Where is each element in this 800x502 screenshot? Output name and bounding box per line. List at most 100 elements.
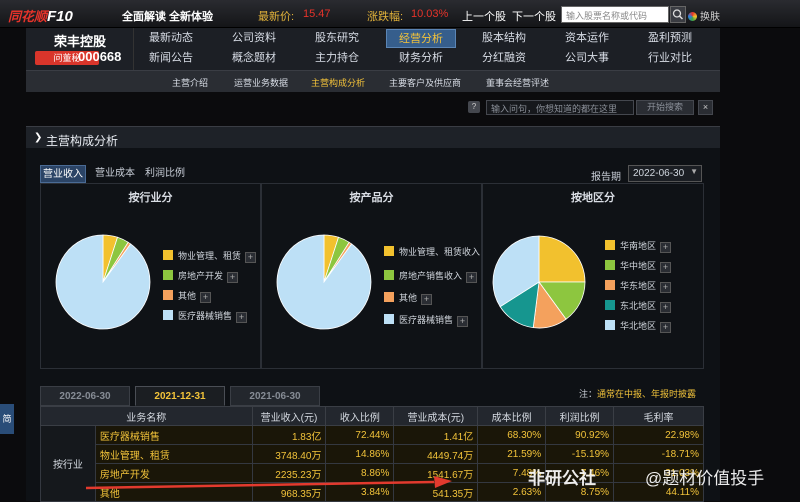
change-value: 10.03%	[411, 8, 449, 20]
nav-news[interactable]: 新闻公告	[136, 49, 206, 68]
note-text: 通常在中报、年报时披露	[597, 389, 697, 399]
swatch	[163, 250, 173, 260]
ask-bar: ? 输入问句，你想知道的都在这里 开始搜索 ×	[464, 98, 718, 118]
ask-input[interactable]: 输入问句，你想知道的都在这里	[486, 100, 634, 115]
plus-icon[interactable]: +	[660, 242, 672, 253]
legend-label: 医疗器械销售	[399, 315, 454, 325]
pie-slice-华南地区[interactable]	[538, 235, 586, 283]
legend-item: 华东地区 +	[605, 280, 672, 293]
nav-events[interactable]: 公司大事	[552, 49, 622, 68]
search-button[interactable]	[670, 6, 686, 23]
legend-label: 华东地区	[620, 281, 657, 291]
swatch	[163, 270, 173, 280]
subnav-board-review[interactable]: 董事会经营评述	[486, 76, 549, 89]
logo-suffix: F10	[47, 8, 73, 25]
plus-icon[interactable]: +	[660, 302, 672, 313]
nav-forecast[interactable]: 盈利预测	[635, 29, 705, 48]
cell: 22.98%	[613, 425, 704, 445]
swatch	[163, 290, 173, 300]
plus-icon[interactable]: +	[227, 272, 239, 283]
date-tab-2021-06-30[interactable]: 2021-06-30	[230, 386, 320, 406]
nav-capital-structure[interactable]: 股本结构	[469, 29, 539, 48]
next-stock-link[interactable]: 下一个股	[512, 8, 556, 24]
price-label: 最新价:	[258, 11, 295, 23]
plus-icon[interactable]: +	[660, 282, 672, 293]
legend-label: 华北地区	[620, 321, 657, 331]
top-bar: 同花顺F10 全面解读 全新体验 最新价: 15.47 涨跌幅: 10.03% …	[0, 0, 800, 28]
nav-shareholders[interactable]: 股东研究	[302, 29, 372, 48]
swatch	[384, 246, 394, 256]
skin-label: 换肤	[700, 12, 720, 23]
col-header: 收入比例	[325, 406, 395, 426]
plus-icon[interactable]: +	[421, 294, 433, 305]
legend-label: 物业管理、租赁	[178, 251, 242, 261]
tab-revenue[interactable]: 营业收入	[40, 165, 86, 183]
tab-cost[interactable]: 营业成本	[92, 165, 138, 183]
prev-stock-link[interactable]: 上一个股	[462, 8, 506, 24]
legend-label: 房地产开发	[178, 271, 224, 281]
stock-name: 荣丰控股	[54, 34, 107, 49]
disclosure-note: 注：通常在中报、年报时披露	[579, 387, 696, 400]
legend-item: 华南地区 +	[605, 240, 672, 253]
swatch	[384, 314, 394, 324]
legend-item: 医疗器械销售 +	[384, 314, 469, 327]
side-tab[interactable]: 简	[0, 404, 14, 434]
period-select[interactable]: 2022-06-30 ▼	[628, 165, 702, 182]
table-row: 按行业 医疗器械销售 1.83亿 72.44% 1.41亿 68.30% 90.…	[40, 425, 704, 502]
close-icon[interactable]: ×	[698, 100, 713, 115]
plus-icon[interactable]: +	[236, 312, 248, 323]
legend-item: 东北地区 +	[605, 300, 672, 313]
plus-icon[interactable]: +	[660, 322, 672, 333]
legend-item: 房地产开发 +	[163, 270, 239, 283]
plus-icon[interactable]: +	[466, 272, 478, 283]
search-icon	[672, 9, 684, 20]
legend-label: 房地产销售收入	[399, 271, 463, 281]
nav-company-info[interactable]: 公司资料	[219, 29, 289, 48]
plus-icon[interactable]: +	[660, 262, 672, 273]
subnav-composition[interactable]: 主营构成分析	[311, 76, 365, 89]
stock-search-input[interactable]: 输入股票名称或代码	[561, 6, 669, 23]
legend-item: 华中地区 +	[605, 260, 672, 273]
logo-text: 同花顺	[8, 9, 48, 24]
legend-label: 其他	[399, 293, 418, 303]
subnav-intro[interactable]: 主营介绍	[172, 76, 208, 89]
plus-icon[interactable]: +	[200, 292, 212, 303]
watermark-left: 非研公社	[528, 469, 596, 488]
skin-toggle[interactable]: 换肤	[688, 8, 720, 23]
tab-profit[interactable]: 利润比例	[142, 165, 188, 183]
app-logo[interactable]: 同花顺F10	[8, 6, 73, 25]
nav-capital-ops[interactable]: 资本运作	[552, 29, 622, 48]
palette-icon	[688, 12, 697, 21]
main-nav: 最新动态 公司资料 股东研究 经营分析 股本结构 资本运作 盈利预测 新闻公告 …	[134, 28, 720, 70]
nav-industry[interactable]: 行业对比	[635, 49, 705, 68]
cell: 72.44%	[325, 425, 395, 445]
ask-search-button[interactable]: 开始搜索	[636, 100, 694, 115]
cell: 医疗器械销售	[94, 425, 253, 445]
chevron-down-icon: ▼	[690, 167, 698, 176]
legend-item: 物业管理、租赁 +	[163, 250, 257, 263]
chevron-right-icon: ❯	[34, 132, 43, 143]
nav-holdings[interactable]: 主力持仓	[302, 49, 372, 68]
col-header: 业务名称	[40, 406, 253, 426]
plus-icon[interactable]: +	[245, 252, 257, 263]
nav-latest[interactable]: 最新动态	[136, 29, 206, 48]
nav-operations[interactable]: 经营分析	[386, 29, 456, 48]
nav-financials[interactable]: 财务分析	[386, 49, 456, 68]
plus-icon[interactable]: +	[457, 316, 469, 327]
legend-item: 房地产销售收入 +	[384, 270, 478, 283]
pie-slice-医疗器械销售[interactable]	[55, 234, 151, 330]
cell: 1.41亿	[393, 425, 479, 445]
subnav-ops-data[interactable]: 运营业务数据	[234, 76, 288, 89]
period-label: 报告期	[591, 172, 621, 183]
table-header: 业务名称 营业收入(元) 收入比例 营业成本(元) 成本比例 利润比例 毛利率	[40, 406, 704, 426]
watermark-right: @题材价值投手	[645, 469, 765, 488]
date-tab-2021-12-31[interactable]: 2021-12-31	[135, 386, 225, 406]
swatch	[605, 320, 615, 330]
legend-item: 华北地区 +	[605, 320, 672, 333]
nav-dividends[interactable]: 分红融资	[469, 49, 539, 68]
pie-slice-医疗器械销售[interactable]	[276, 234, 372, 330]
subnav-customers[interactable]: 主要客户及供应商	[389, 76, 461, 89]
date-tab-2022-06-30[interactable]: 2022-06-30	[40, 386, 130, 406]
legend-label: 其他	[178, 291, 197, 301]
nav-concepts[interactable]: 概念题材	[219, 49, 289, 68]
